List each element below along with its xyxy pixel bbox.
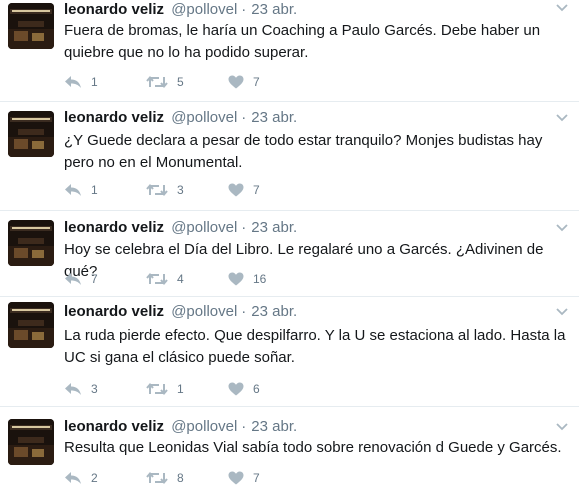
reply-button[interactable]: 1	[64, 180, 98, 200]
tweet[interactable]: leonardo veliz @pollovel · 23 abr. Fuera d…	[0, 0, 579, 102]
tweet-date[interactable]: 23 abr.	[251, 418, 297, 435]
retweet-count: 4	[177, 272, 184, 286]
heart-icon	[228, 272, 244, 286]
chevron-down-icon[interactable]	[555, 0, 569, 14]
author-name[interactable]: leonardo veliz	[64, 1, 164, 18]
separator: ·	[241, 303, 247, 320]
separator: ·	[241, 1, 247, 18]
tweet-header: leonardo veliz @pollovel · 23 abr.	[64, 302, 297, 322]
avatar[interactable]	[8, 302, 54, 348]
tweet-actions: 1 3 7	[64, 180, 324, 200]
author-handle[interactable]: @pollovel	[171, 1, 237, 18]
retweet-icon	[146, 183, 168, 197]
retweet-button[interactable]: 4	[146, 269, 184, 289]
retweet-count: 1	[177, 382, 184, 396]
tweet[interactable]: leonardo veliz @pollovel · 23 abr. La ruda…	[0, 297, 579, 407]
author-name[interactable]: leonardo veliz	[64, 219, 164, 236]
tweet-text: Fuera de bromas, le haría un Coaching a …	[64, 22, 541, 61]
retweet-button[interactable]: 5	[146, 72, 184, 92]
tweet[interactable]: leonardo veliz @pollovel · 23 abr. ¿Y Gued…	[0, 104, 579, 211]
like-button[interactable]: 7	[228, 72, 260, 92]
heart-icon	[228, 471, 244, 485]
tweet-text: ¿Y Guede declara a pesar de todo estar t…	[64, 132, 543, 171]
retweet-count: 3	[177, 183, 184, 197]
like-count: 7	[253, 471, 260, 485]
tweet-date[interactable]: 23 abr.	[251, 109, 297, 126]
reply-count: 7	[91, 272, 98, 286]
tweet-header: leonardo veliz @pollovel · 23 abr.	[64, 0, 297, 20]
retweet-button[interactable]: 1	[146, 379, 184, 399]
reply-button[interactable]: 1	[64, 72, 98, 92]
chevron-down-icon[interactable]	[555, 220, 569, 234]
like-button[interactable]: 7	[228, 180, 260, 200]
author-handle[interactable]: @pollovel	[171, 219, 237, 236]
reply-count: 1	[91, 75, 98, 89]
tweet[interactable]: leonardo veliz @pollovel · 23 abr. Resulta…	[0, 407, 579, 495]
tweet-header: leonardo veliz @pollovel · 23 abr.	[64, 417, 297, 437]
author-name[interactable]: leonardo veliz	[64, 303, 164, 320]
like-button[interactable]: 6	[228, 379, 260, 399]
author-handle[interactable]: @pollovel	[171, 418, 237, 435]
reply-icon	[64, 272, 82, 286]
reply-button[interactable]: 7	[64, 269, 98, 289]
avatar[interactable]	[8, 220, 54, 266]
retweet-button[interactable]: 8	[146, 468, 184, 488]
author-name[interactable]: leonardo veliz	[64, 418, 164, 435]
tweet-header: leonardo veliz @pollovel · 23 abr.	[64, 218, 297, 238]
retweet-icon	[146, 382, 168, 396]
heart-icon	[228, 382, 244, 396]
separator: ·	[241, 219, 247, 236]
reply-count: 1	[91, 183, 98, 197]
reply-button[interactable]: 3	[64, 379, 98, 399]
tweet-text: La ruda pierde efecto. Que despilfarro. …	[64, 327, 566, 366]
retweet-button[interactable]: 3	[146, 180, 184, 200]
chevron-down-icon[interactable]	[555, 304, 569, 318]
like-count: 7	[253, 75, 260, 89]
author-handle[interactable]: @pollovel	[171, 303, 237, 320]
tweet-actions: 7 4 16	[64, 269, 324, 289]
reply-icon	[64, 382, 82, 396]
author-name[interactable]: leonardo veliz	[64, 109, 164, 126]
tweet[interactable]: leonardo veliz @pollovel · 23 abr. Hoy se …	[0, 211, 579, 297]
tweet-date[interactable]: 23 abr.	[251, 303, 297, 320]
retweet-count: 8	[177, 471, 184, 485]
tweet-actions: 2 8 7	[64, 468, 324, 488]
like-count: 7	[253, 183, 260, 197]
tweet-feed: leonardo veliz @pollovel · 23 abr. Fuera d…	[0, 0, 579, 495]
separator: ·	[241, 109, 247, 126]
tweet-text: Resulta que Leonidas Vial sabía todo sob…	[64, 439, 562, 456]
like-count: 16	[253, 272, 267, 286]
retweet-icon	[146, 272, 168, 286]
heart-icon	[228, 75, 244, 89]
avatar[interactable]	[8, 3, 54, 49]
tweet-actions: 1 5 7	[64, 72, 324, 92]
author-handle[interactable]: @pollovel	[171, 109, 237, 126]
separator: ·	[241, 418, 247, 435]
tweet-date[interactable]: 23 abr.	[251, 219, 297, 236]
chevron-down-icon[interactable]	[555, 110, 569, 124]
heart-icon	[228, 183, 244, 197]
retweet-icon	[146, 471, 168, 485]
reply-count: 3	[91, 382, 98, 396]
tweet-date[interactable]: 23 abr.	[251, 1, 297, 18]
retweet-count: 5	[177, 75, 184, 89]
like-count: 6	[253, 382, 260, 396]
like-button[interactable]: 16	[228, 269, 266, 289]
like-button[interactable]: 7	[228, 468, 260, 488]
reply-icon	[64, 75, 82, 89]
reply-button[interactable]: 2	[64, 468, 98, 488]
chevron-down-icon[interactable]	[555, 419, 569, 433]
reply-icon	[64, 183, 82, 197]
avatar[interactable]	[8, 111, 54, 157]
reply-count: 2	[91, 471, 98, 485]
tweet-actions: 3 1 6	[64, 379, 324, 399]
retweet-icon	[146, 75, 168, 89]
reply-icon	[64, 471, 82, 485]
avatar[interactable]	[8, 419, 54, 465]
tweet-header: leonardo veliz @pollovel · 23 abr.	[64, 108, 297, 128]
